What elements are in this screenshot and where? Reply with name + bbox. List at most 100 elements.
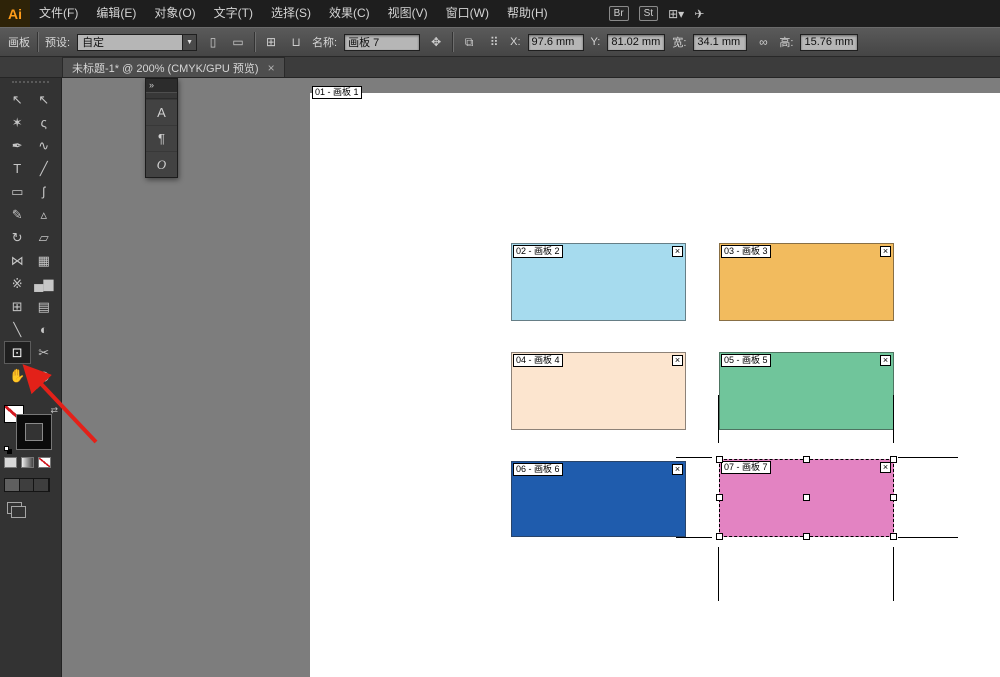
menu-select[interactable]: 选择(S) [262,0,320,27]
none-button[interactable] [38,457,51,468]
selection-handle[interactable] [890,456,897,463]
new-artboard-icon[interactable]: ⊞ [262,31,280,53]
selection-tool[interactable]: ↖ [4,88,31,111]
artboard-close-icon[interactable]: × [880,355,891,366]
stroke-swatch[interactable] [17,415,51,449]
slice-tool[interactable]: ✂ [31,341,58,364]
close-icon[interactable]: × [268,62,275,74]
selection-handle[interactable] [716,456,723,463]
selection-handle[interactable] [716,494,723,501]
scale-tool[interactable]: ▱ [31,226,58,249]
canvas[interactable]: 01 - 画板 1 02 - 画板 2 × 03 - 画板 3 × 04 - 画… [62,78,1000,677]
selection-handle[interactable] [802,533,810,540]
selection-handle[interactable] [890,494,897,501]
artboard-close-icon[interactable]: × [672,246,683,257]
gradient-tool[interactable]: ▤ [31,295,58,318]
orientation-landscape-icon[interactable]: ▭ [229,31,247,53]
symbol-sprayer-tool[interactable]: ※ [4,272,31,295]
artboard-close-icon[interactable]: × [880,462,891,473]
menu-help[interactable]: 帮助(H) [498,0,557,27]
direct-selection-tool[interactable]: ↖ [31,88,58,111]
artboard-close-icon[interactable]: × [672,355,683,366]
line-segment-tool[interactable]: ╱ [31,157,58,180]
menu-type[interactable]: 文字(T) [205,0,262,27]
pencil-tool[interactable]: ✎ [4,203,31,226]
delete-artboard-icon[interactable]: ⊔ [287,31,305,53]
opentype-panel-button[interactable]: O [146,151,177,177]
panel-collapse-button[interactable]: » [146,79,177,92]
artboard-3[interactable]: 03 - 画板 3 × [719,243,894,321]
pen-tool[interactable]: ✒ [4,134,31,157]
character-panel-button[interactable]: A [146,99,177,125]
artboard-7-selected[interactable]: 07 - 画板 7 × [716,456,897,540]
artboard-2[interactable]: 02 - 画板 2 × [511,243,686,321]
x-input[interactable] [527,33,584,51]
artboard-label[interactable]: 03 - 画板 3 [721,245,771,258]
hand-tool[interactable]: ✋ [4,364,31,387]
artboard-label[interactable]: 05 - 画板 5 [721,354,771,367]
gradient-button[interactable] [21,457,34,468]
artboard-4[interactable]: 04 - 画板 4 × [511,352,686,430]
lasso-tool[interactable]: ς [31,111,58,134]
selection-handle[interactable] [802,456,810,463]
rectangle-tool[interactable]: ▭ [4,180,31,203]
artboard-options-icon[interactable]: ✥ [427,31,445,53]
blend-tool[interactable]: ◐ [31,318,58,341]
paintbrush-tool[interactable]: ʃ [31,180,58,203]
artboard-label[interactable]: 06 - 画板 6 [513,463,563,476]
draw-normal-button[interactable] [5,479,20,491]
width-tool[interactable]: ⋈ [4,249,31,272]
free-transform-tool[interactable]: ▦ [31,249,58,272]
zoom-tool[interactable]: ◎ [31,364,58,387]
magic-wand-tool[interactable]: ✶ [4,111,31,134]
y-input[interactable] [607,33,666,51]
draw-inside-button[interactable] [34,479,50,491]
artboard-tool[interactable]: ⊡ [4,341,31,364]
menu-window[interactable]: 窗口(W) [437,0,498,27]
artboard-label[interactable]: 07 - 画板 7 [721,461,771,474]
paragraph-panel-button[interactable]: ¶ [146,125,177,151]
orientation-portrait-icon[interactable]: ▯ [204,31,222,53]
selection-handle[interactable] [716,533,723,540]
move-artwork-icon[interactable]: ⧉ [460,31,478,53]
artboard-close-icon[interactable]: × [672,464,683,475]
stock-button[interactable]: St [638,6,659,21]
graph-tool[interactable]: ▄▆ [31,272,58,295]
color-button[interactable] [4,457,17,468]
menu-view[interactable]: 视图(V) [379,0,437,27]
menu-effect[interactable]: 效果(C) [320,0,379,27]
artboard-label[interactable]: 04 - 画板 4 [513,354,563,367]
shaper-tool[interactable]: ▵ [31,203,58,226]
draw-behind-button[interactable] [19,479,35,491]
toolbar-grip[interactable] [12,81,49,87]
artboard-label[interactable]: 02 - 画板 2 [513,245,563,258]
menu-file[interactable]: 文件(F) [30,0,87,27]
panel-grip[interactable] [146,92,177,99]
height-input[interactable] [800,33,859,51]
artboard-name-input[interactable] [344,33,421,51]
width-input[interactable] [693,33,748,51]
artboard-5[interactable]: 05 - 画板 5 × [719,352,894,430]
artboard-6[interactable]: 06 - 画板 6 × [511,461,686,537]
reference-point-icon[interactable]: ⠿ [485,31,503,53]
menu-edit[interactable]: 编辑(E) [87,0,145,27]
rotate-tool[interactable]: ↻ [4,226,31,249]
mesh-tool[interactable]: ⊞ [4,295,31,318]
artboard-close-icon[interactable]: × [880,246,891,257]
preset-dropdown[interactable]: 自定 ▼ [77,33,198,51]
eyedropper-tool[interactable]: ╲ [4,318,31,341]
selection-handle[interactable] [802,494,810,501]
type-tool[interactable]: T [4,157,31,180]
share-icon[interactable]: ✈ [694,7,704,21]
default-fill-stroke-icon[interactable] [4,446,9,451]
artboard-label[interactable]: 01 - 画板 1 [312,86,362,99]
selection-handle[interactable] [890,533,897,540]
bridge-button[interactable]: Br [608,6,629,21]
workspace-switcher-icon[interactable]: ⊞▾ [668,7,684,21]
swap-fill-stroke-icon[interactable]: ⇄ [50,405,58,416]
menu-object[interactable]: 对象(O) [145,0,204,27]
link-dimensions-icon[interactable]: ∞ [754,31,772,53]
document-tab[interactable]: 未标题-1* @ 200% (CMYK/GPU 预览) × [62,57,285,77]
curvature-tool[interactable]: ∿ [31,134,58,157]
screen-mode-icon[interactable] [7,502,26,518]
